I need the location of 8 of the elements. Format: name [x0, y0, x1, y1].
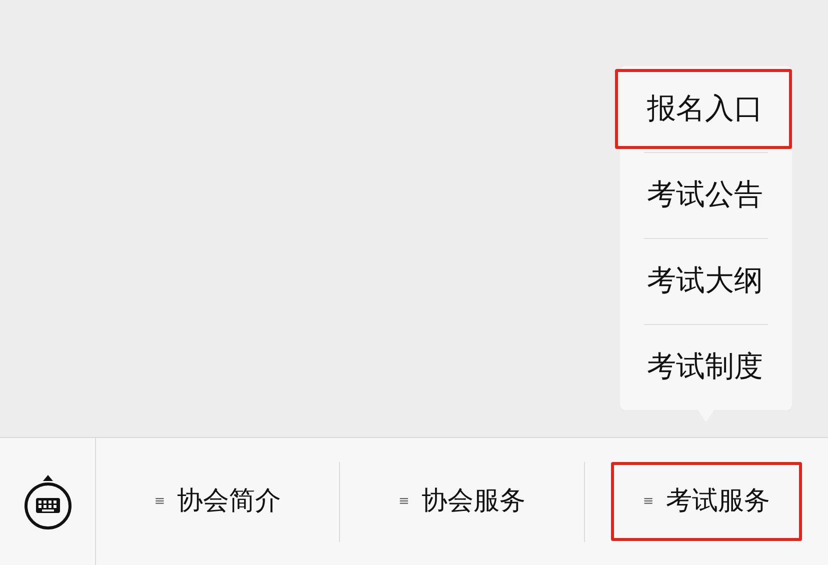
submenu-item[interactable]: 报名入口: [615, 69, 792, 149]
menu-tab[interactable]: ≡ 考试服务: [610, 462, 802, 541]
menu-tab[interactable]: ≡ 协会简介: [122, 462, 314, 541]
keyboard-icon[interactable]: [24, 474, 72, 530]
submenu-item[interactable]: 考试大纲: [620, 241, 792, 321]
submenu-item[interactable]: 考试制度: [620, 327, 792, 407]
menu-tab[interactable]: ≡ 协会服务: [366, 462, 558, 541]
submenu-item[interactable]: 考试公告: [620, 155, 792, 235]
